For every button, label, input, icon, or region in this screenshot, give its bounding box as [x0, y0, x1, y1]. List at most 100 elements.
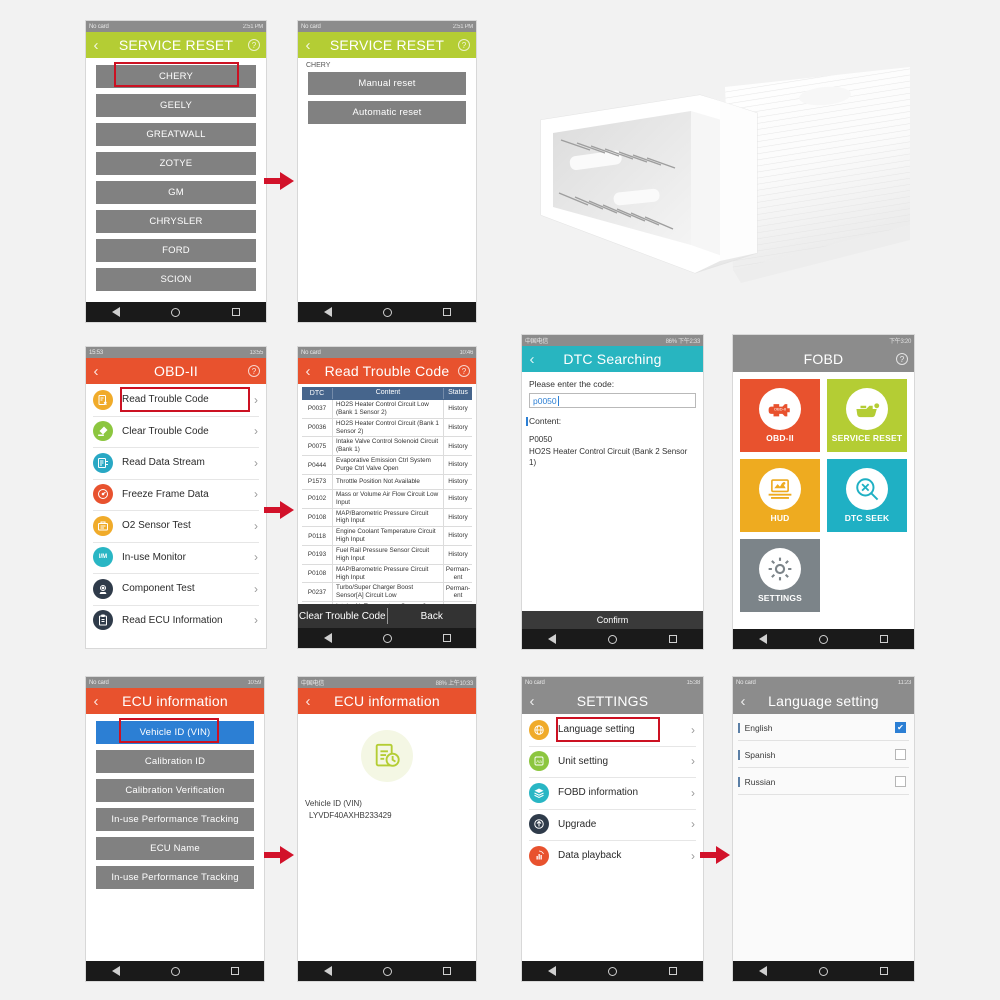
nav-back-icon[interactable] — [548, 634, 556, 644]
settings-item-fobd-information[interactable]: FOBD information › — [522, 777, 703, 809]
nav-back-icon[interactable] — [323, 307, 332, 317]
ecu-button-ecu-name[interactable]: ECU Name — [96, 837, 254, 860]
back-button[interactable]: Back — [388, 611, 477, 622]
cell-content: HO2S Heater Control Circuit (Bank 1 Sens… — [332, 418, 444, 437]
table-row[interactable]: P1573 Throttle Position Not Available Hist… — [302, 474, 472, 490]
nav-recents-icon[interactable] — [880, 967, 888, 975]
tile-hud[interactable]: HUD — [740, 459, 820, 532]
nav-recents-icon[interactable] — [232, 308, 241, 316]
nav-home-icon[interactable] — [382, 307, 392, 317]
language-option-russian[interactable]: Russian — [733, 768, 914, 795]
brand-button-chery[interactable]: CHERY — [96, 65, 256, 88]
nav-back-icon[interactable] — [759, 966, 767, 976]
help-icon[interactable]: ? — [896, 353, 908, 365]
brand-button-gm[interactable]: GM — [96, 181, 256, 204]
obd-item-component-test[interactable]: Component Test › — [86, 573, 266, 605]
status-right: 2:51 PM — [242, 23, 264, 30]
nav-home-icon[interactable] — [171, 307, 181, 317]
language-option-spanish[interactable]: Spanish — [733, 741, 914, 768]
phone-obd-menu: 15:53 13:55 ‹ OBD-II ? Read Trouble Code… — [85, 346, 267, 649]
title-bar: ‹ Read Trouble Code ? — [298, 358, 476, 384]
nav-back-icon[interactable] — [111, 966, 120, 976]
brand-button-zotye[interactable]: ZOTYE — [96, 152, 256, 175]
clear-trouble-code-button[interactable]: Clear Trouble Code — [298, 611, 387, 622]
nav-recents-icon[interactable] — [442, 634, 451, 642]
table-row[interactable]: P0037 HO2S Heater Control Circuit Low (Ba… — [302, 400, 472, 419]
nav-back-icon[interactable] — [111, 307, 120, 317]
tile-dtc-seek[interactable]: DTC SEEK — [827, 459, 907, 532]
obd-item-freeze-frame-data[interactable]: Freeze Frame Data › — [86, 478, 266, 511]
table-row[interactable]: P0102 Mass or Volume Air Flow Circuit Low… — [302, 489, 472, 509]
help-icon[interactable]: ? — [248, 39, 260, 51]
nav-home-icon[interactable] — [382, 633, 392, 643]
table-row[interactable]: P0036 HO2S Heater Control Circuit (Bank 1… — [302, 418, 472, 438]
ecu-button-in-use-performance-tracking-1[interactable]: In-use Performance Tracking — [96, 808, 254, 831]
language-option-english[interactable]: English ✔ — [733, 714, 914, 741]
tile-service-reset[interactable]: SERVICE RESET — [827, 379, 907, 452]
help-icon[interactable]: ? — [458, 365, 470, 377]
nav-recents-icon[interactable] — [442, 308, 451, 316]
ecu-button-in-use-performance-tracking-2[interactable]: In-use Performance Tracking — [96, 866, 254, 889]
settings-item-data-playback[interactable]: Data playback › — [522, 840, 703, 872]
nav-home-icon[interactable] — [819, 966, 828, 976]
brand-button-geely[interactable]: GEELY — [96, 94, 256, 117]
manual-reset-button[interactable]: Manual reset — [308, 72, 466, 95]
page-title: Language setting — [768, 693, 879, 709]
obd-item-read-data-stream[interactable]: Read Data Stream › — [86, 447, 266, 479]
ecu-button-calibration-verification[interactable]: Calibration Verification — [96, 779, 254, 802]
android-nav-bar — [733, 961, 914, 981]
obd-item-read-ecu-information[interactable]: Read ECU Information › — [86, 604, 266, 637]
nav-recents-icon[interactable] — [442, 967, 451, 975]
tile-obd-ii[interactable]: OBD-II OBD-II — [740, 379, 820, 452]
nav-back-icon[interactable] — [323, 966, 332, 976]
obd-item-o2-sensor-test[interactable]: O2 Sensor Test › — [86, 510, 266, 542]
checkbox-russian[interactable] — [895, 776, 906, 787]
nav-home-icon[interactable] — [382, 966, 392, 976]
nav-back-icon[interactable] — [323, 633, 332, 643]
ecu-button-calibration-id[interactable]: Calibration ID — [96, 750, 254, 773]
table-row[interactable]: P0193 Fuel Rail Pressure Sensor Circuit H… — [302, 546, 472, 565]
ecu-button-vehicle-id[interactable]: Vehicle ID (VIN) — [96, 721, 254, 744]
brand-button-scion[interactable]: SCION — [96, 268, 256, 291]
nav-back-icon[interactable] — [759, 634, 767, 644]
obd-item-read-trouble-code[interactable]: Read Trouble Code › — [86, 384, 266, 416]
chevron-right-icon: › — [691, 785, 695, 800]
nav-recents-icon[interactable] — [669, 635, 677, 643]
settings-item-upgrade[interactable]: Upgrade › — [522, 808, 703, 841]
brand-button-greatwall[interactable]: GREATWALL — [96, 123, 256, 146]
settings-item-language-setting[interactable]: Language setting › — [522, 714, 703, 746]
tile-settings[interactable]: SETTINGS — [740, 539, 820, 612]
settings-item-unit-setting[interactable]: Aa Unit setting › — [522, 745, 703, 778]
table-row[interactable]: P0118 Engine Coolant Temperature Circuit … — [302, 527, 472, 547]
table-row[interactable]: P0108 MAP/Barometric Pressure Circuit Hig… — [302, 564, 472, 584]
checkbox-english[interactable]: ✔ — [895, 722, 906, 733]
automatic-reset-button[interactable]: Automatic reset — [308, 101, 466, 124]
obd-item-in-use-monitor[interactable]: I/M In-use Monitor › — [86, 541, 266, 574]
table-row[interactable]: P0108 MAP/Barometric Pressure Circuit Hig… — [302, 508, 472, 528]
obd-item-label: Read ECU Information — [122, 614, 223, 626]
table-row[interactable]: P0075 Intake Valve Control Solenoid Circu… — [302, 437, 472, 457]
nav-home-icon[interactable] — [819, 634, 828, 644]
help-icon[interactable]: ? — [248, 365, 260, 377]
confirm-button[interactable]: Confirm — [522, 611, 703, 629]
dtc-code-input[interactable]: p0050 — [529, 393, 696, 408]
nav-home-icon[interactable] — [608, 634, 617, 644]
status-bar: No card 2:51 PM — [86, 21, 266, 32]
checkbox-spanish[interactable] — [895, 749, 906, 760]
brand-button-chrysler[interactable]: CHRYSLER — [96, 210, 256, 233]
nav-recents-icon[interactable] — [230, 967, 239, 975]
nav-recents-icon[interactable] — [669, 967, 677, 975]
help-icon[interactable]: ? — [458, 39, 470, 51]
table-row[interactable]: P0444 Evaporative Emission Ctrl System Pu… — [302, 456, 472, 475]
svg-text:OBD-II: OBD-II — [774, 406, 786, 411]
table-row[interactable]: P0237 Turbo/Super Charger Boost Sensor[A]… — [302, 583, 472, 603]
nav-home-icon[interactable] — [170, 966, 180, 976]
obd-item-clear-trouble-code[interactable]: Clear Trouble Code › — [86, 415, 266, 448]
nav-back-icon[interactable] — [548, 966, 556, 976]
brand-button-ford[interactable]: FORD — [96, 239, 256, 262]
dtc-table-area[interactable]: DTC Content Status P0037 HO2S Heater Cont… — [298, 384, 476, 628]
read-ecu-information-icon — [93, 610, 113, 631]
nav-home-icon[interactable] — [608, 966, 617, 976]
cell-dtc: P1573 — [307, 478, 327, 486]
nav-recents-icon[interactable] — [880, 635, 888, 643]
